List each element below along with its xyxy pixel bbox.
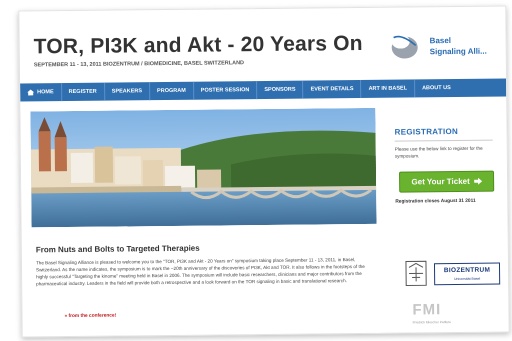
nav-item-home[interactable]: HOME <box>20 83 62 102</box>
divider <box>394 139 493 142</box>
fmi-logo[interactable]: FMI <box>412 301 441 318</box>
nav-item-register[interactable]: REGISTER <box>61 82 105 102</box>
get-ticket-label: Get Your Ticket <box>411 176 470 187</box>
hero-image-basel <box>30 107 377 228</box>
nav-item-art-in-basel[interactable]: ART IN BASEL <box>361 79 416 98</box>
biozentrum-name: BIOZENTRUM <box>443 266 491 275</box>
logo-line-1: Basel <box>429 36 452 46</box>
biozentrum-logo[interactable]: BIOZENTRUM Universität Basel <box>433 262 501 286</box>
nav-item-poster-session[interactable]: POSTER SESSION <box>193 81 258 100</box>
crest-logo-icon[interactable] <box>403 259 429 287</box>
arrow-right-icon <box>473 177 482 185</box>
basel-signaling-logo[interactable]: Basel Signaling Alli... <box>390 29 500 70</box>
registration-title: REGISTRATION <box>394 126 459 137</box>
conference-link[interactable]: » from the conference! <box>64 314 116 320</box>
section-heading: From Nuts and Bolts to Targeted Therapie… <box>35 243 200 255</box>
web-page: TOR, PI3K and Akt - 20 Years On SEPTEMBE… <box>18 5 510 338</box>
nav-item-program[interactable]: PROGRAM <box>149 81 194 101</box>
registration-text: Please use the below link to register fo… <box>394 145 483 159</box>
event-subtitle: SEPTEMBER 11 - 13, 2011 BIOZENTRUM / BIO… <box>33 60 245 69</box>
partner-logos: BIOZENTRUM Universität Basel FMI Friedri… <box>390 233 503 330</box>
page-header: TOR, PI3K and Akt - 20 Years On SEPTEMBE… <box>19 6 506 79</box>
biozentrum-subtitle: Universität Basel <box>453 276 481 282</box>
nav-item-about-us[interactable]: ABOUT US <box>415 79 458 97</box>
home-icon <box>27 89 35 96</box>
main-nav: HOME REGISTER SPEAKERS PROGRAM POSTER SE… <box>20 78 507 102</box>
intro-paragraph: The Basel Signaling Alliance is pleased … <box>35 257 365 287</box>
nav-item-sponsors[interactable]: SPONSORS <box>257 80 304 100</box>
page-title: TOR, PI3K and Akt - 20 Years On <box>33 31 363 59</box>
alliance-logo-icon <box>391 34 418 59</box>
registration-deadline: Registration closes August 31 2011 <box>395 198 476 205</box>
logo-text: Basel Signaling Alli... <box>430 35 487 58</box>
nav-item-event-details[interactable]: EVENT DETAILS <box>303 79 362 99</box>
registration-panel: REGISTRATION Please use the below link t… <box>388 107 501 226</box>
logo-line-2: Signaling Alli... <box>429 46 487 57</box>
nav-item-speakers[interactable]: SPEAKERS <box>104 82 151 101</box>
nav-label-home: HOME <box>37 89 54 96</box>
fmi-subtitle: Friedrich Miescher Institute <box>412 320 451 325</box>
get-ticket-button[interactable]: Get Your Ticket <box>399 170 495 193</box>
